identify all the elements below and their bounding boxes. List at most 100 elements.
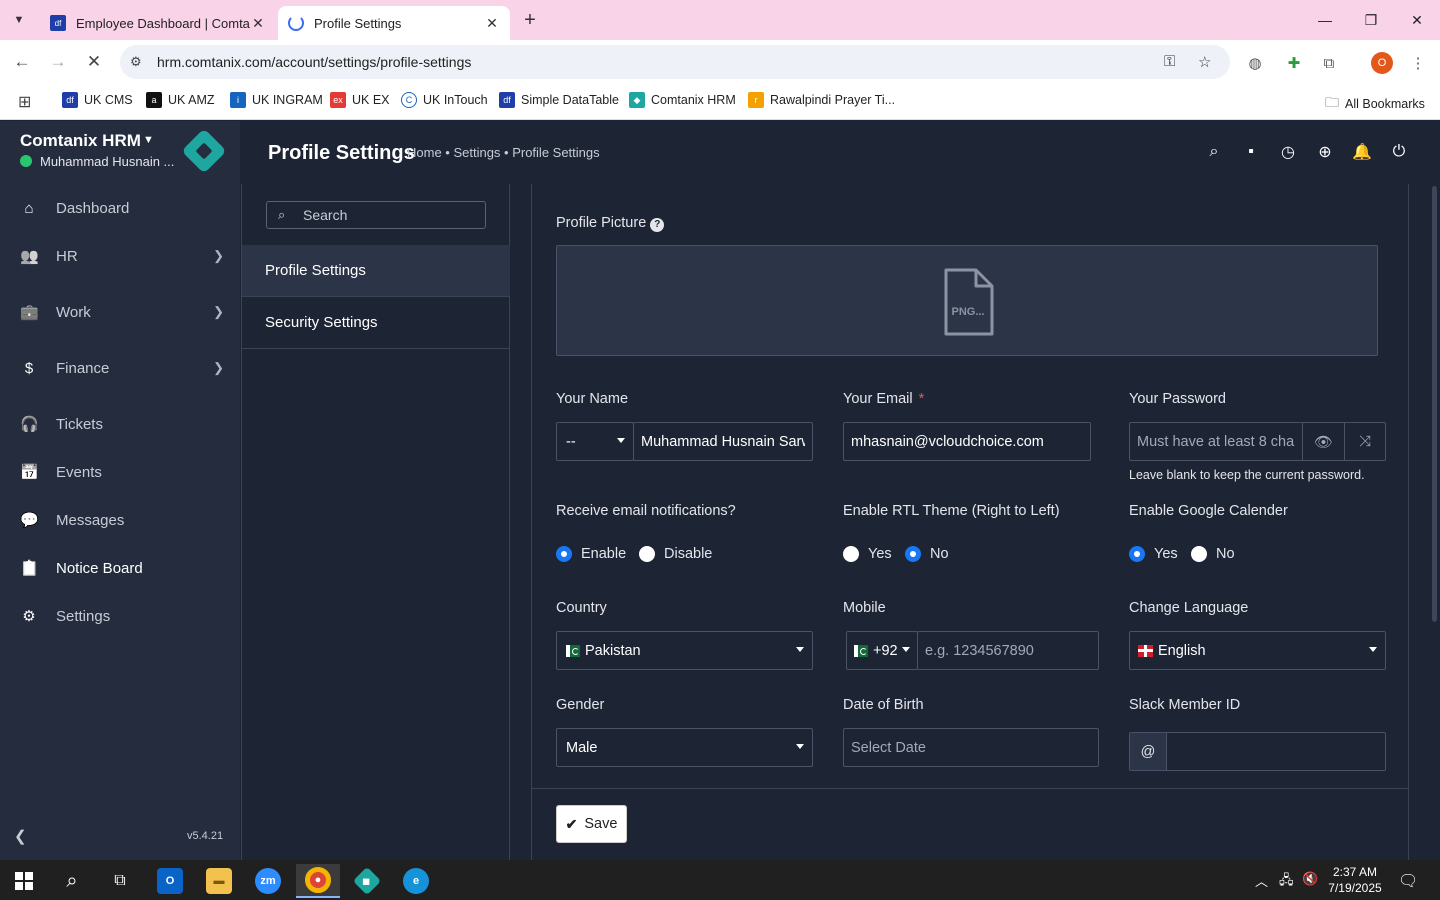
bookmark-item[interactable]: ◆ Comtanix HRM	[629, 92, 736, 108]
sidebar-item-tickets[interactable]: 🎧 Tickets	[0, 400, 240, 448]
page-scrollbar[interactable]	[1430, 184, 1440, 860]
dob-input[interactable]	[844, 729, 1098, 766]
eye-icon[interactable]: 👁	[1302, 423, 1344, 460]
password-input-wrap[interactable]: 👁 ⤨	[1129, 422, 1386, 461]
sidebar-item-notice-board[interactable]: 📋 Notice Board	[0, 544, 240, 592]
sidebar-item-finance[interactable]: $ Finance ❯	[0, 344, 240, 392]
window-minimize-icon[interactable]: —	[1302, 0, 1348, 40]
bookmark-item[interactable]: C UK InTouch	[401, 92, 488, 108]
back-arrow-icon[interactable]: ←	[10, 50, 34, 74]
zoom-app-icon[interactable]: zm	[246, 864, 290, 898]
mobile-input[interactable]	[918, 632, 1098, 669]
sidebar-item-work[interactable]: 💼 Work ❯	[0, 288, 240, 336]
settings-nav-profile[interactable]: Profile Settings	[242, 245, 510, 297]
collapse-sidebar-chevron-icon[interactable]: ❮	[14, 827, 27, 845]
add-circle-icon[interactable]: ⊕	[1314, 141, 1336, 163]
windows-start-icon[interactable]	[2, 864, 46, 898]
bookmark-item[interactable]: a UK AMZ	[146, 92, 215, 108]
profile-avatar[interactable]: O	[1371, 52, 1393, 74]
clock-icon[interactable]: ◷	[1277, 141, 1299, 163]
bookmark-item[interactable]: ex UK EX	[330, 92, 390, 108]
bookmark-star-icon[interactable]: ☆	[1198, 53, 1211, 71]
browser-tab-profile-settings[interactable]: Profile Settings ✕	[278, 6, 510, 40]
radio-unchecked-icon[interactable]	[843, 546, 859, 562]
salutation-select[interactable]: --	[556, 422, 634, 461]
email-notif-disable-radio[interactable]: Disable	[639, 546, 712, 562]
sidebar-item-hr[interactable]: 👥 HR ❯	[0, 232, 240, 280]
bookmark-item[interactable]: df UK CMS	[62, 92, 133, 108]
gcal-no-radio[interactable]: No	[1191, 546, 1235, 562]
network-icon[interactable]: 🖧	[1279, 871, 1294, 893]
notification-bell-icon[interactable]: 🔔	[1351, 141, 1373, 163]
slack-id-input[interactable]	[1167, 733, 1385, 770]
password-key-icon[interactable]: ⚿	[1164, 53, 1175, 70]
mobile-country-code-select[interactable]: +92	[846, 631, 918, 670]
slack-id-input-wrap[interactable]: @	[1129, 732, 1386, 771]
sidebar-item-settings[interactable]: ⚙ Settings	[0, 592, 240, 640]
sidebar-item-messages[interactable]: 💬 Messages	[0, 496, 240, 544]
notification-center-icon[interactable]: 🗨	[1398, 871, 1418, 891]
url-text[interactable]: hrm.comtanix.com/account/settings/profil…	[157, 54, 471, 70]
rtl-no-radio[interactable]: No	[905, 546, 949, 562]
translate-globe-icon[interactable]: ◍	[1244, 52, 1266, 74]
taskbar-search-icon[interactable]: ⌕	[50, 864, 94, 898]
email-notif-enable-radio[interactable]: Enable	[556, 546, 626, 562]
help-question-icon[interactable]: ?	[650, 218, 665, 232]
language-select[interactable]: English	[1129, 631, 1386, 670]
settings-search[interactable]: ⌕	[266, 201, 486, 229]
extension-puzzle-green-icon[interactable]: ✚	[1283, 52, 1305, 74]
settings-search-input[interactable]	[303, 205, 478, 225]
email-input-wrap[interactable]	[843, 422, 1091, 461]
password-input[interactable]	[1130, 423, 1302, 460]
tray-chevron-up-icon[interactable]: ︿	[1255, 871, 1268, 890]
logout-power-icon[interactable]: ⏻	[1388, 141, 1410, 163]
save-button[interactable]: ✔ Save	[556, 805, 627, 843]
country-select[interactable]: Pakistan	[556, 631, 813, 670]
chevron-down-icon[interactable]: ▼	[143, 134, 154, 146]
site-info-icon[interactable]: ⚙	[130, 54, 146, 70]
gcal-yes-radio[interactable]: Yes	[1129, 546, 1178, 562]
gender-select[interactable]: Male	[556, 728, 813, 767]
tab-close-icon[interactable]: ✕	[484, 15, 500, 32]
outlook-app-icon[interactable]: O	[148, 864, 192, 898]
sticky-note-icon[interactable]: ▪	[1240, 141, 1262, 163]
address-bar[interactable]: ⚙ hrm.comtanix.com/account/settings/prof…	[120, 45, 1230, 79]
new-tab-plus-icon[interactable]: +	[518, 8, 542, 32]
radio-unchecked-icon[interactable]	[1191, 546, 1207, 562]
mobile-input-wrap[interactable]	[917, 631, 1099, 670]
shuffle-random-icon[interactable]: ⤨	[1344, 423, 1385, 460]
sidebar-item-dashboard[interactable]: ⌂ Dashboard	[0, 184, 240, 232]
chrome-app-icon[interactable]: ●	[296, 864, 340, 898]
rtl-yes-radio[interactable]: Yes	[843, 546, 892, 562]
window-close-icon[interactable]: ✕	[1394, 0, 1440, 40]
radio-checked-icon[interactable]	[905, 546, 921, 562]
bookmark-item[interactable]: df Simple DataTable	[499, 92, 619, 108]
scrollbar-thumb[interactable]	[1432, 186, 1437, 622]
edge-app-icon[interactable]: e	[394, 864, 438, 898]
comtanix-app-icon[interactable]: ◆	[345, 864, 389, 898]
name-input-wrap[interactable]	[633, 422, 813, 461]
radio-checked-icon[interactable]	[1129, 546, 1145, 562]
tab-search-chevron-icon[interactable]: ▼	[6, 8, 32, 32]
radio-unchecked-icon[interactable]	[639, 546, 655, 562]
volume-muted-icon[interactable]: 🔇	[1302, 871, 1318, 887]
browser-menu-kebab-icon[interactable]: ⋮	[1407, 52, 1429, 74]
radio-checked-icon[interactable]	[556, 546, 572, 562]
name-input[interactable]	[634, 423, 812, 460]
bookmark-item[interactable]: r Rawalpindi Prayer Ti...	[748, 92, 895, 108]
breadcrumb[interactable]: Home • Settings • Profile Settings	[407, 145, 600, 160]
brand-name[interactable]: Comtanix HRM	[20, 131, 141, 151]
system-clock[interactable]: 2:37 AM 7/19/2025	[1323, 864, 1387, 896]
forward-arrow-icon[interactable]: →	[46, 50, 70, 74]
extensions-puzzle-icon[interactable]: ⧉	[1318, 52, 1340, 74]
settings-nav-security[interactable]: Security Settings	[242, 297, 510, 349]
apps-grid-icon[interactable]: ⊞	[18, 92, 31, 112]
dob-input-wrap[interactable]	[843, 728, 1099, 767]
task-view-icon[interactable]: ⧉	[98, 864, 142, 898]
window-restore-icon[interactable]: ❐	[1348, 0, 1394, 40]
search-icon[interactable]: ⌕	[1203, 141, 1225, 163]
email-input[interactable]	[844, 423, 1090, 460]
stop-loading-icon[interactable]: ✕	[82, 50, 106, 74]
profile-picture-dropzone[interactable]: PNG...	[556, 245, 1378, 356]
all-bookmarks-folder[interactable]: 🗀 All Bookmarks	[1325, 92, 1425, 116]
